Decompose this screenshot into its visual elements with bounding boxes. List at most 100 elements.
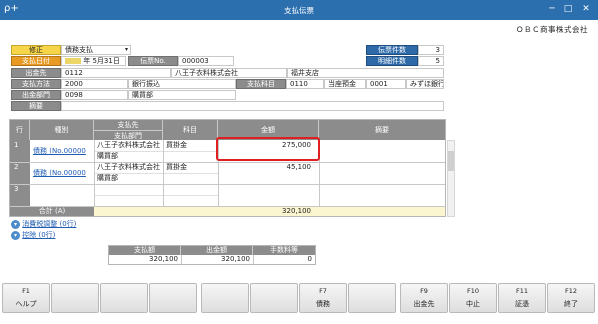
- col-dept-header: 支払部門: [94, 130, 163, 140]
- fkey-label: ヘルプ: [15, 300, 37, 308]
- summary-fee-value: 0: [253, 255, 315, 264]
- fkey-number: F11: [515, 287, 528, 295]
- row-payee[interactable]: 八王子衣料株式会社: [94, 162, 163, 173]
- sub-divider: [94, 173, 218, 174]
- tax-adjust-link[interactable]: 消費税調整 (0行): [22, 220, 76, 228]
- sub-divider: [94, 195, 218, 196]
- f4-button[interactable]: [149, 283, 197, 313]
- fkey-number: F7: [319, 287, 327, 295]
- payee-branch: 福井支店: [287, 68, 444, 78]
- minimize-icon[interactable]: ─: [545, 3, 559, 15]
- row-dept[interactable]: [94, 195, 163, 206]
- memo-field[interactable]: [61, 101, 444, 111]
- f11-voucher-button[interactable]: F11 証憑: [498, 283, 546, 313]
- fkey-label: 終了: [564, 300, 578, 308]
- row-memo[interactable]: [319, 162, 445, 184]
- row-divider: [10, 206, 445, 207]
- dept-code-field[interactable]: 0098: [61, 90, 128, 100]
- expand-circle-icon[interactable]: ▾: [11, 230, 20, 240]
- detail-grid: 行 種別 支払先 支払部門 科目 金額 摘要 1 債務 (No.00000 八王…: [9, 119, 446, 217]
- row-account[interactable]: [163, 184, 218, 195]
- chevron-down-icon[interactable]: ▾: [125, 46, 128, 54]
- row-account[interactable]: 買掛金: [163, 162, 218, 173]
- payment-date-value: 年 5月31日: [83, 57, 120, 65]
- f5-button[interactable]: [201, 283, 249, 313]
- f9-payee-button[interactable]: F9 出金先: [400, 283, 448, 313]
- title-bar: ρ+ 支払伝票 ─ □ ✕: [0, 0, 598, 20]
- expand-circle-icon[interactable]: ▾: [11, 219, 20, 229]
- table-row[interactable]: 債務 (No.00000: [30, 162, 94, 184]
- account-name: 当座預金: [324, 79, 366, 89]
- sub-divider: [94, 151, 218, 152]
- f3-button[interactable]: [100, 283, 148, 313]
- payee-code-field[interactable]: 0112: [61, 68, 171, 78]
- debt-link[interactable]: 債務 (No.00000: [33, 169, 86, 177]
- account-code-field[interactable]: 0110: [286, 79, 324, 89]
- slip-count-label: 伝票件数: [366, 45, 418, 55]
- row-memo[interactable]: [319, 140, 445, 162]
- f1-help-button[interactable]: F1 ヘルプ: [2, 283, 50, 313]
- f6-button[interactable]: [250, 283, 298, 313]
- f12-exit-button[interactable]: F12 終了: [547, 283, 595, 313]
- payment-date-field[interactable]: 年 5月31日: [61, 56, 126, 66]
- close-icon[interactable]: ✕: [579, 3, 593, 15]
- slip-no-label: 伝票No.: [128, 56, 178, 66]
- scrollbar-thumb[interactable]: [448, 151, 454, 171]
- tax-adjust-link-row[interactable]: ▾ 消費税調整 (0行): [11, 219, 76, 229]
- method-code-field[interactable]: 2000: [61, 79, 128, 89]
- bank-code-field[interactable]: 0001: [366, 79, 406, 89]
- summary-outflow-header: 出金額: [181, 246, 253, 255]
- slip-no-field[interactable]: 000003: [178, 56, 234, 66]
- detail-count-value: 5: [418, 56, 444, 66]
- slip-count-value: 3: [418, 45, 444, 55]
- deduction-link[interactable]: 控除 (0行): [22, 231, 55, 239]
- memo-label: 摘要: [11, 101, 61, 111]
- fkey-label: 債務: [316, 300, 330, 308]
- debt-link[interactable]: 債務 (No.00000: [33, 147, 86, 155]
- row-divider: [10, 162, 445, 163]
- col-type-header: 種別: [30, 120, 94, 140]
- f8-button[interactable]: [348, 283, 396, 313]
- col-payee-header: 支払先: [94, 120, 163, 130]
- method-name: 銀行振込: [128, 79, 236, 89]
- era-redacted: [65, 58, 81, 64]
- fkey-number: F1: [22, 287, 30, 295]
- grid-scrollbar[interactable]: [447, 140, 455, 217]
- row-number: 1: [10, 140, 30, 162]
- f7-debt-button[interactable]: F7 債務: [299, 283, 347, 313]
- row-payee[interactable]: [94, 184, 163, 195]
- dept-name: 購買部: [128, 90, 236, 100]
- correction-select[interactable]: 債務支払 ▾: [61, 45, 131, 55]
- row-account[interactable]: 買掛金: [163, 140, 218, 151]
- row-dept[interactable]: 購買部: [94, 173, 163, 184]
- fkey-label: 中止: [466, 300, 480, 308]
- summary-panel: 支払額 出金額 手数料等 320,100 320,100 0: [108, 245, 316, 265]
- row-memo[interactable]: [319, 184, 445, 206]
- payee-label: 出金先: [11, 68, 61, 78]
- col-memo-header: 摘要: [319, 120, 445, 140]
- payment-date-label: 支払日付: [11, 56, 61, 66]
- dept-label: 出金部門: [11, 90, 61, 100]
- row-divider: [10, 184, 445, 185]
- row-number: 2: [10, 162, 30, 184]
- deduction-link-row[interactable]: ▾ 控除 (0行): [11, 230, 55, 240]
- company-name: ＯＢＣ商事株式会社: [516, 25, 588, 34]
- summary-payment-value: 320,100: [149, 255, 178, 263]
- payee-name: 八王子衣料株式会社: [171, 68, 287, 78]
- detail-count-label: 明細件数: [366, 56, 418, 66]
- row-amount[interactable]: 45,100: [218, 162, 319, 173]
- table-row[interactable]: [30, 184, 94, 206]
- row-dept[interactable]: 購買部: [94, 151, 163, 162]
- table-row[interactable]: 債務 (No.00000: [30, 140, 94, 162]
- f2-button[interactable]: [51, 283, 99, 313]
- row-amount[interactable]: [218, 184, 319, 195]
- account-label: 支払科目: [236, 79, 286, 89]
- window-title: 支払伝票: [284, 6, 314, 15]
- maximize-icon[interactable]: □: [561, 3, 575, 15]
- row-payee[interactable]: 八王子衣料株式会社: [94, 140, 163, 151]
- summary-payment-header: 支払額: [109, 246, 181, 255]
- f10-cancel-button[interactable]: F10 中止: [449, 283, 497, 313]
- col-divider: [163, 140, 164, 206]
- function-key-bar: F1 ヘルプ F7 債務 F9 出金先 F10 中止 F11 証憑 F12 終了: [0, 283, 598, 313]
- amount-highlight-box: [216, 137, 320, 161]
